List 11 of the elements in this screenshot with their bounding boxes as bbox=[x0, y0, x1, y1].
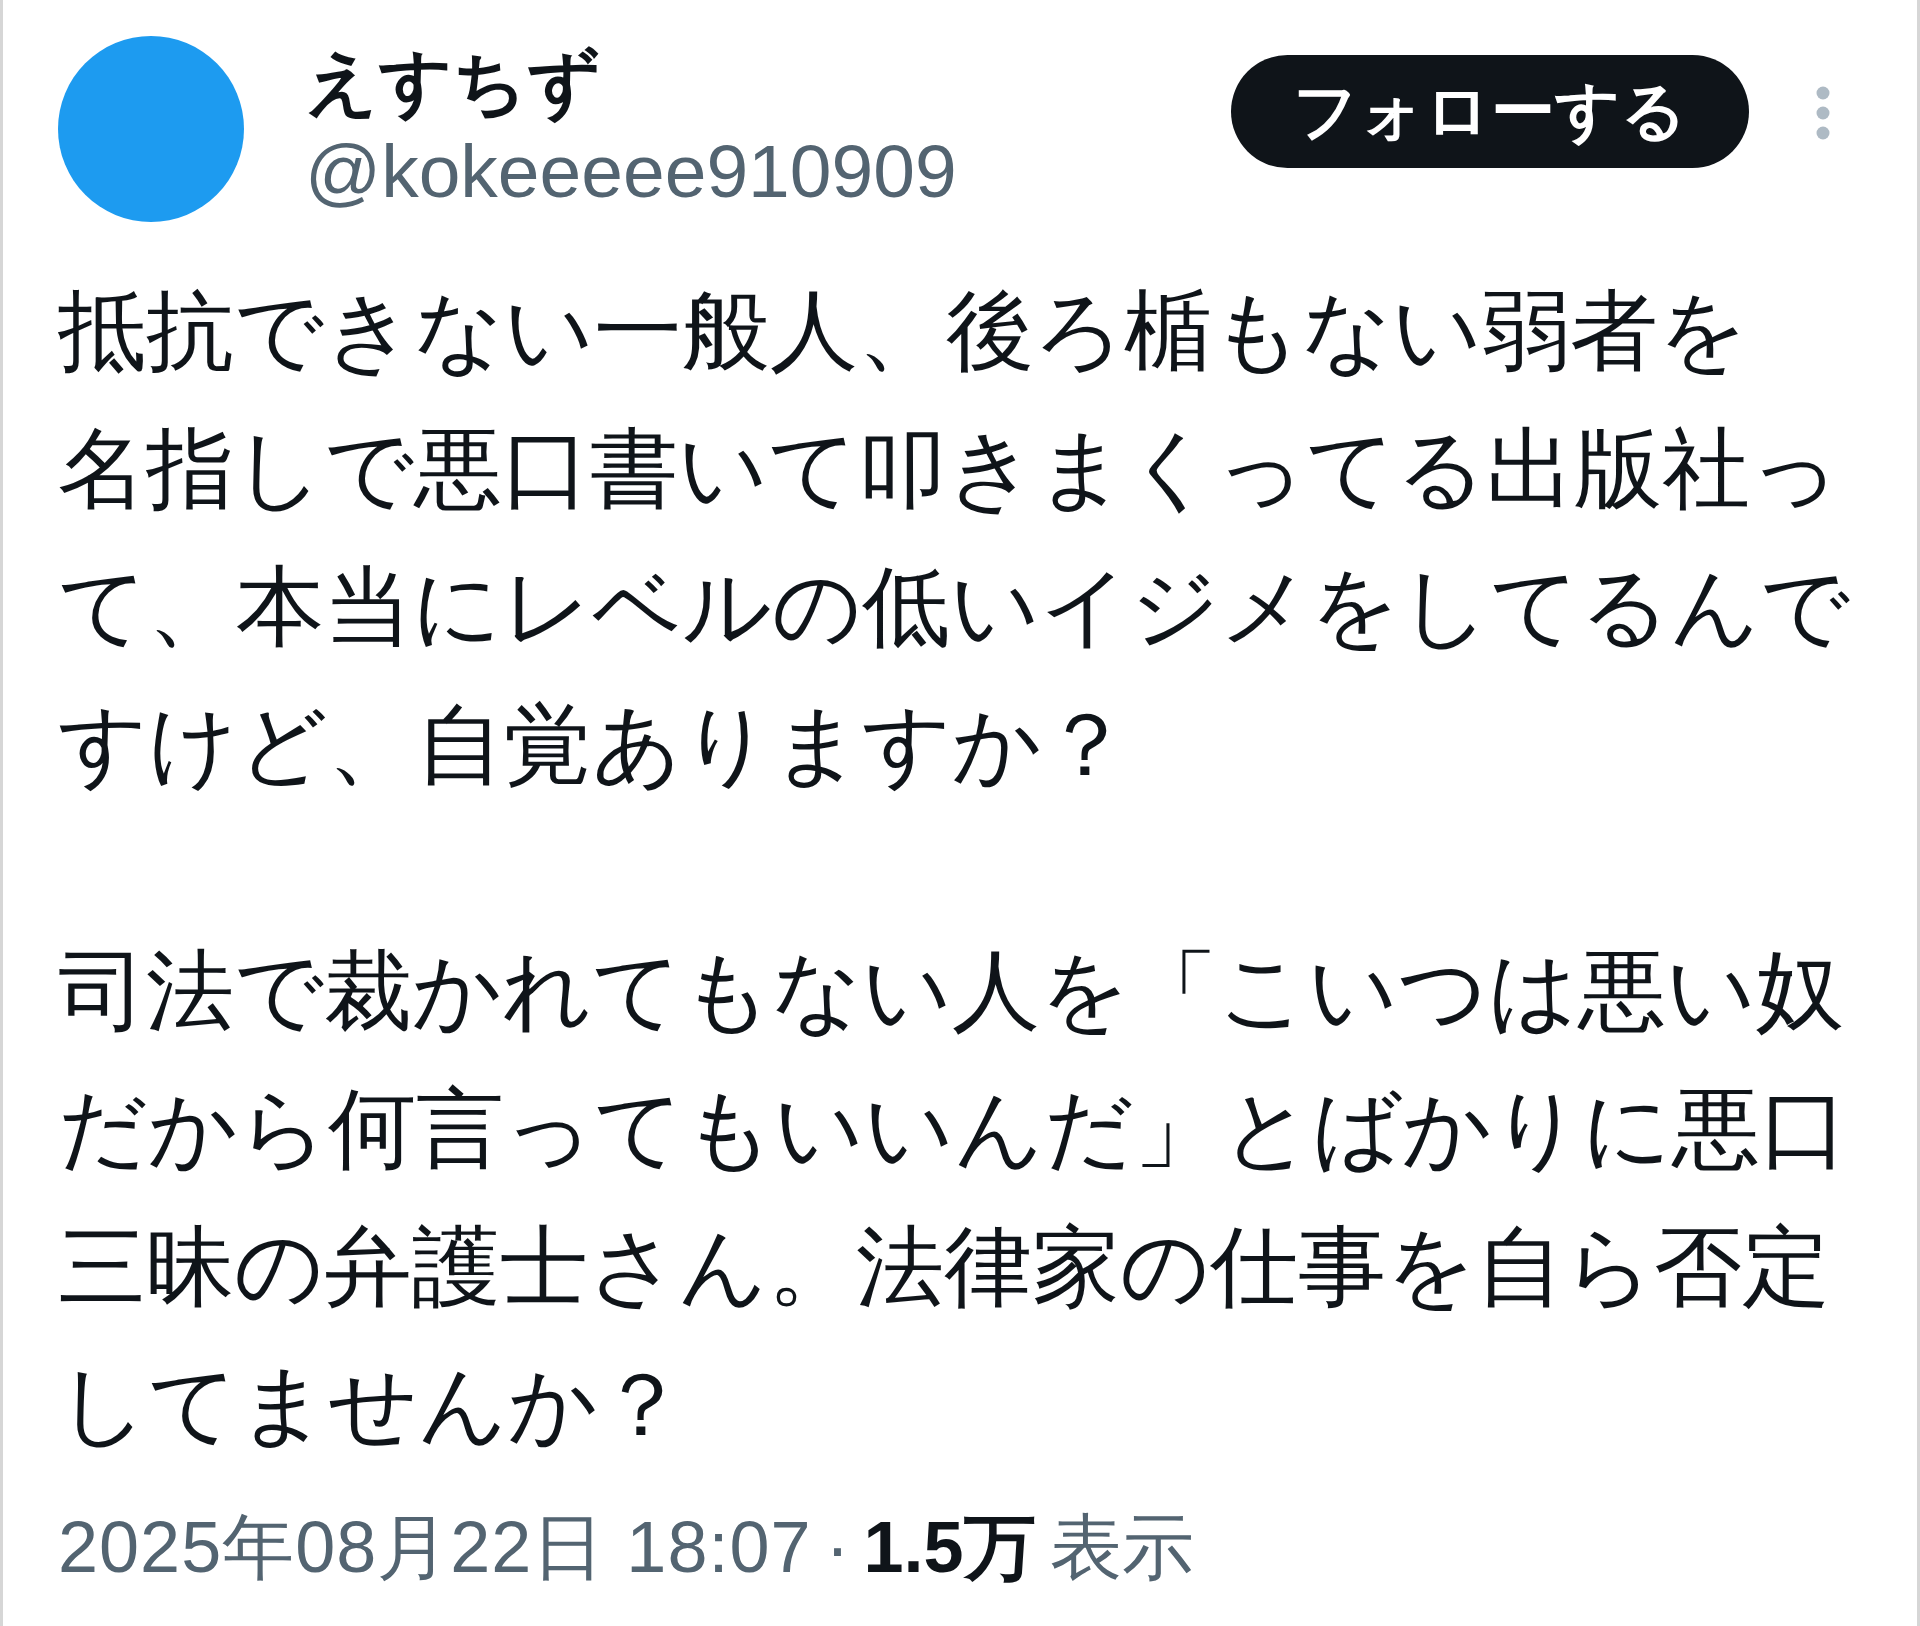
follow-button[interactable]: フォローする bbox=[1231, 55, 1749, 168]
display-name: えすちず bbox=[305, 41, 601, 125]
timestamp[interactable]: 2025年08月22日 18:07 bbox=[58, 1505, 812, 1589]
user-handle: @kokeeeee910909 bbox=[305, 128, 957, 215]
views-label: 表示 bbox=[1049, 1506, 1194, 1589]
separator: · bbox=[825, 1506, 850, 1589]
more-options-icon[interactable] bbox=[1816, 86, 1830, 140]
view-count: 1.5万 bbox=[863, 1506, 1036, 1589]
tweet-text: 名指しで悪口書いて叩きまくってる出版社って、本当にレベルの低いイジメをしてるんですけど、自覚ありますか？ bbox=[58, 418, 1851, 796]
tweet-text: 抵抗できない一般人、後ろ楯もない弱者を bbox=[58, 280, 1749, 382]
tweet-text: 司法で裁かれてもない人を「こいつは悪い奴だから何言ってもいいんだ」とばかりに悪口三昧の弁護士さん。法律家の仕事を自ら否定してませんか？ bbox=[58, 940, 1849, 1456]
